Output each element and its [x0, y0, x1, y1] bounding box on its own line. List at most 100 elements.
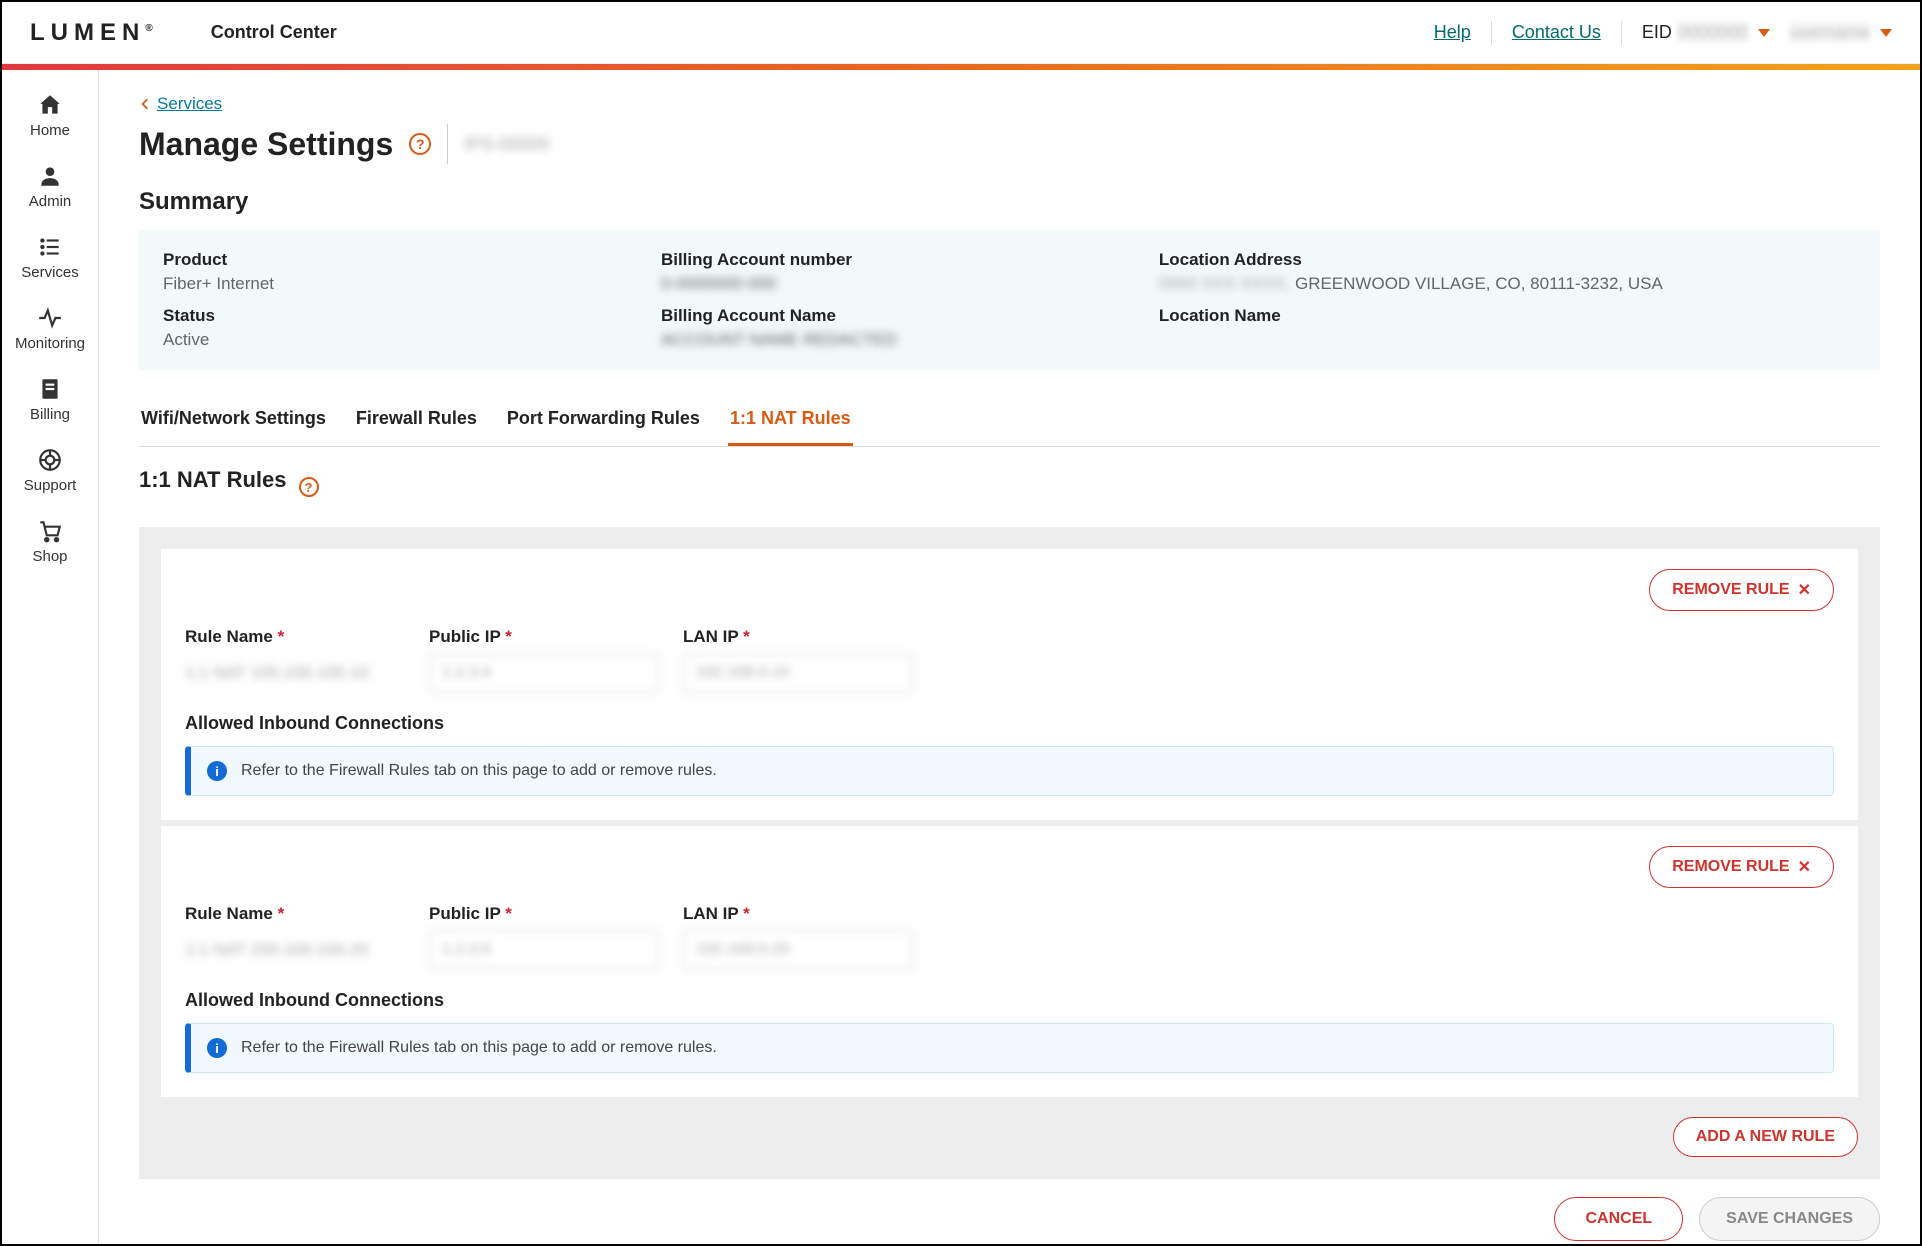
summary-location-address: Location Address 0000 XXX XXXX, GREENWOO…	[1159, 250, 1856, 294]
button-label: ADD A NEW RULE	[1696, 1128, 1835, 1146]
sidebar-item-label: Billing	[30, 406, 70, 423]
eid-label: EID	[1642, 22, 1672, 43]
field-label: Billing Account Name	[661, 306, 1159, 326]
vertical-divider	[447, 124, 448, 164]
sidebar-item-shop[interactable]: Shop	[2, 506, 98, 577]
button-label: REMOVE RULE	[1672, 858, 1789, 876]
field-label: Product	[163, 250, 661, 270]
field-value: ACCOUNT NAME REDACTED	[661, 330, 1159, 350]
tab-port-forwarding[interactable]: Port Forwarding Rules	[505, 398, 702, 446]
top-bar: LUMEN® Control Center Help Contact Us EI…	[2, 2, 1920, 64]
summary-heading: Summary	[139, 188, 1880, 216]
info-message: Refer to the Firewall Rules tab on this …	[241, 762, 717, 780]
page-actions: CANCEL SAVE CHANGES	[139, 1197, 1880, 1241]
breadcrumb: Services	[139, 94, 1880, 114]
contact-us-link[interactable]: Contact Us	[1512, 22, 1601, 43]
add-new-rule-button[interactable]: ADD A NEW RULE	[1673, 1117, 1858, 1157]
public-ip-field: Public IP *	[429, 904, 659, 970]
logo: LUMEN®	[30, 19, 159, 47]
lan-ip-field: LAN IP *	[683, 627, 913, 693]
nat-rules-heading: 1:1 NAT Rules	[139, 467, 287, 493]
allowed-inbound-heading: Allowed Inbound Connections	[185, 990, 1834, 1011]
field-label: Public IP *	[429, 904, 659, 924]
remove-rule-button[interactable]: REMOVE RULE ✕	[1649, 569, 1834, 611]
summary-status: Status Active	[163, 306, 661, 350]
billing-icon	[37, 376, 63, 402]
field-label: Billing Account number	[661, 250, 1159, 270]
button-label: REMOVE RULE	[1672, 581, 1789, 599]
close-icon: ✕	[1798, 857, 1811, 877]
rule-name-value: 1:1 NAT 200.100.100.20	[185, 930, 405, 960]
remove-rule-button[interactable]: REMOVE RULE ✕	[1649, 846, 1834, 888]
cart-icon	[37, 518, 63, 544]
public-ip-input[interactable]	[429, 930, 659, 970]
lan-ip-input[interactable]	[683, 653, 913, 693]
sidebar-item-support[interactable]: Support	[2, 435, 98, 506]
list-icon	[37, 234, 63, 260]
help-icon[interactable]: ?	[299, 477, 319, 497]
field-label: Rule Name *	[185, 904, 405, 924]
nat-subtitle-row: 1:1 NAT Rules ?	[139, 467, 1880, 507]
summary-ban: Billing Account number 0-0000000-000	[661, 250, 1159, 294]
activity-icon	[37, 305, 63, 331]
eid-dropdown[interactable]: EID 0000000	[1642, 22, 1770, 43]
user-dropdown[interactable]: username	[1790, 22, 1892, 43]
tab-nat-rules[interactable]: 1:1 NAT Rules	[728, 398, 853, 446]
sidebar-item-label: Home	[30, 122, 70, 139]
rule-name-field: Rule Name * 1:1 NAT 100.100.100.10	[185, 627, 405, 693]
sidebar-item-billing[interactable]: Billing	[2, 364, 98, 435]
help-icon[interactable]: ?	[409, 133, 431, 155]
help-link[interactable]: Help	[1434, 22, 1471, 43]
page-title-row: Manage Settings ? IPS-00000	[139, 124, 1880, 164]
main-content: Services Manage Settings ? IPS-00000 Sum…	[99, 70, 1920, 1244]
sidebar-item-label: Shop	[32, 548, 67, 565]
field-label: Public IP *	[429, 627, 659, 647]
info-icon: i	[207, 1038, 227, 1058]
field-value: Fiber+ Internet	[163, 274, 661, 294]
user-icon	[37, 163, 63, 189]
sidebar-item-services[interactable]: Services	[2, 222, 98, 293]
nat-rules-panel: REMOVE RULE ✕ Rule Name * 1:1 NAT 100.10…	[139, 527, 1880, 1179]
close-icon: ✕	[1798, 580, 1811, 600]
lan-ip-field: LAN IP *	[683, 904, 913, 970]
cancel-button[interactable]: CANCEL	[1554, 1197, 1683, 1241]
sidebar-item-admin[interactable]: Admin	[2, 151, 98, 222]
sidebar-item-home[interactable]: Home	[2, 80, 98, 151]
info-message: Refer to the Firewall Rules tab on this …	[241, 1039, 717, 1057]
public-ip-input[interactable]	[429, 653, 659, 693]
field-label: Rule Name *	[185, 627, 405, 647]
field-label: Status	[163, 306, 661, 326]
vertical-divider	[1621, 21, 1622, 45]
field-value: 0-0000000-000	[661, 274, 1159, 294]
field-value: 0000 XXX XXXX, GREENWOOD VILLAGE, CO, 80…	[1159, 274, 1856, 294]
nat-rule-card: REMOVE RULE ✕ Rule Name * 1:1 NAT 100.10…	[161, 549, 1858, 820]
sidebar: Home Admin Services Monitoring Billing S…	[2, 70, 99, 1244]
info-banner: i Refer to the Firewall Rules tab on thi…	[185, 1023, 1834, 1073]
rule-name-value: 1:1 NAT 100.100.100.10	[185, 653, 405, 683]
service-id: IPS-00000	[464, 134, 549, 155]
chevron-down-icon	[1880, 29, 1892, 37]
field-label: Location Address	[1159, 250, 1856, 270]
tab-firewall-rules[interactable]: Firewall Rules	[354, 398, 479, 446]
sidebar-item-label: Support	[24, 477, 77, 494]
summary-product: Product Fiber+ Internet	[163, 250, 661, 294]
vertical-divider	[1491, 21, 1492, 45]
page-title: Manage Settings	[139, 126, 393, 163]
info-banner: i Refer to the Firewall Rules tab on thi…	[185, 746, 1834, 796]
sidebar-item-label: Monitoring	[15, 335, 85, 352]
support-icon	[37, 447, 63, 473]
field-label: LAN IP *	[683, 904, 913, 924]
nat-rule-card: REMOVE RULE ✕ Rule Name * 1:1 NAT 200.10…	[161, 826, 1858, 1097]
summary-location-name: Location Name	[1159, 306, 1856, 350]
breadcrumb-services-link[interactable]: Services	[157, 94, 222, 114]
field-label: LAN IP *	[683, 627, 913, 647]
sidebar-item-label: Services	[21, 264, 79, 281]
tabs: Wifi/Network Settings Firewall Rules Por…	[139, 398, 1880, 447]
home-icon	[37, 92, 63, 118]
summary-ban-name: Billing Account Name ACCOUNT NAME REDACT…	[661, 306, 1159, 350]
summary-card: Product Fiber+ Internet Billing Account …	[139, 230, 1880, 370]
sidebar-item-monitoring[interactable]: Monitoring	[2, 293, 98, 364]
tab-wifi-network[interactable]: Wifi/Network Settings	[139, 398, 328, 446]
rule-name-field: Rule Name * 1:1 NAT 200.100.100.20	[185, 904, 405, 970]
lan-ip-input[interactable]	[683, 930, 913, 970]
